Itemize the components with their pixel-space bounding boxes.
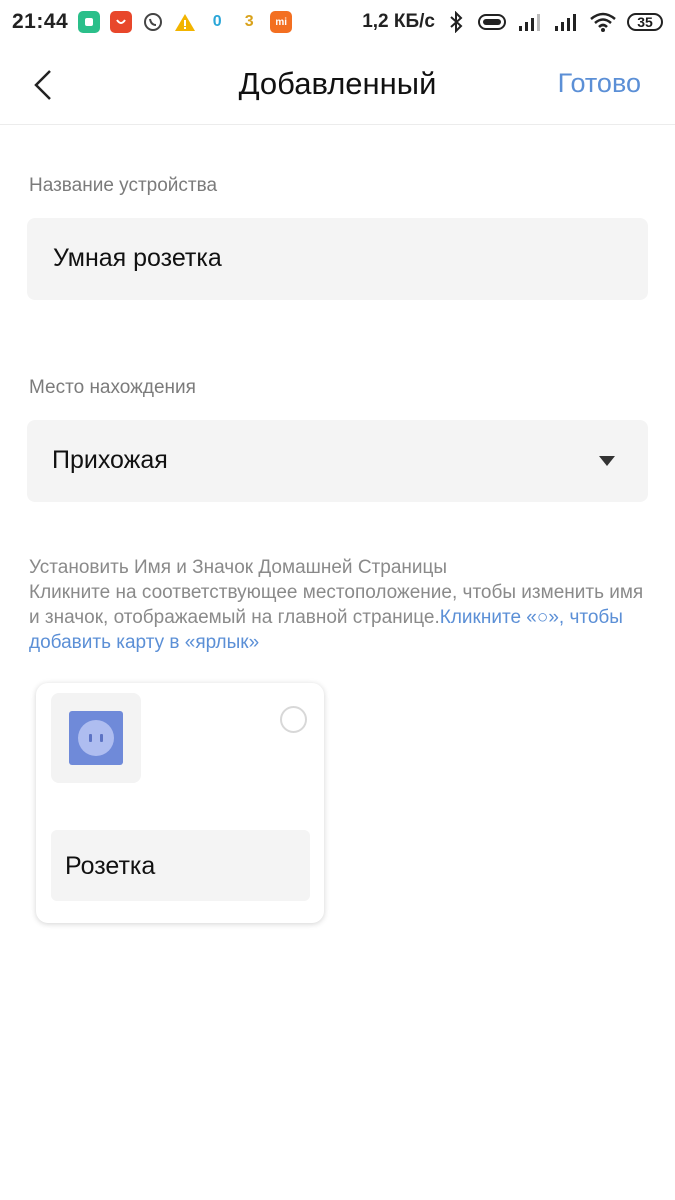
device-name-label: Название устройства <box>29 175 218 196</box>
device-name-field[interactable]: Умная розетка <box>27 218 648 300</box>
status-bar-right: 1,2 КБ/с 35 <box>362 11 663 33</box>
card-name-field[interactable]: Розетка <box>51 830 310 901</box>
status-time: 21:44 <box>12 10 69 33</box>
vibrate-icon <box>477 11 507 33</box>
dropdown-arrow-icon <box>599 456 615 466</box>
status-bar-left: 21:44 0 3 mi <box>12 10 293 34</box>
aliexpress-icon <box>110 11 133 33</box>
plug-face <box>78 720 114 756</box>
location-value: Прихожая <box>52 446 168 474</box>
plug-pin <box>89 734 92 742</box>
plug-pin <box>100 734 103 742</box>
hint-title: Установить Имя и Значок Домашней Страниц… <box>29 557 448 578</box>
warning-icon <box>174 11 196 33</box>
shortcut-radio[interactable] <box>280 706 307 733</box>
home-screen-hint: Установить Имя и Значок Домашней Страниц… <box>29 555 649 655</box>
signal-icon <box>553 11 579 33</box>
status-bar: 21:44 0 3 mi 1,2 КБ/с 35 <box>0 0 675 44</box>
mi-fit-icon: 0 <box>212 13 222 30</box>
bluetooth-icon <box>445 11 467 33</box>
device-name-value: Умная розетка <box>53 244 222 272</box>
card-name-value: Розетка <box>65 852 156 880</box>
network-speed: 1,2 КБ/с <box>362 11 435 32</box>
location-select[interactable]: Прихожая <box>27 420 648 502</box>
whatsapp-icon <box>142 11 164 33</box>
wifi-icon <box>589 11 617 33</box>
top-app-bar: Добавленный Готово <box>0 44 675 125</box>
3-icon: 3 <box>244 13 254 30</box>
device-icon-box[interactable] <box>51 693 141 783</box>
mi-home-icon <box>78 11 101 33</box>
smart-plug-icon <box>69 711 123 765</box>
battery-indicator: 35 <box>627 13 663 31</box>
location-label: Место нахождения <box>29 377 196 398</box>
done-button[interactable]: Готово <box>558 68 641 99</box>
mi-store-icon: mi <box>270 11 293 33</box>
signal-icon <box>517 11 543 33</box>
device-card[interactable]: Розетка <box>36 683 324 923</box>
